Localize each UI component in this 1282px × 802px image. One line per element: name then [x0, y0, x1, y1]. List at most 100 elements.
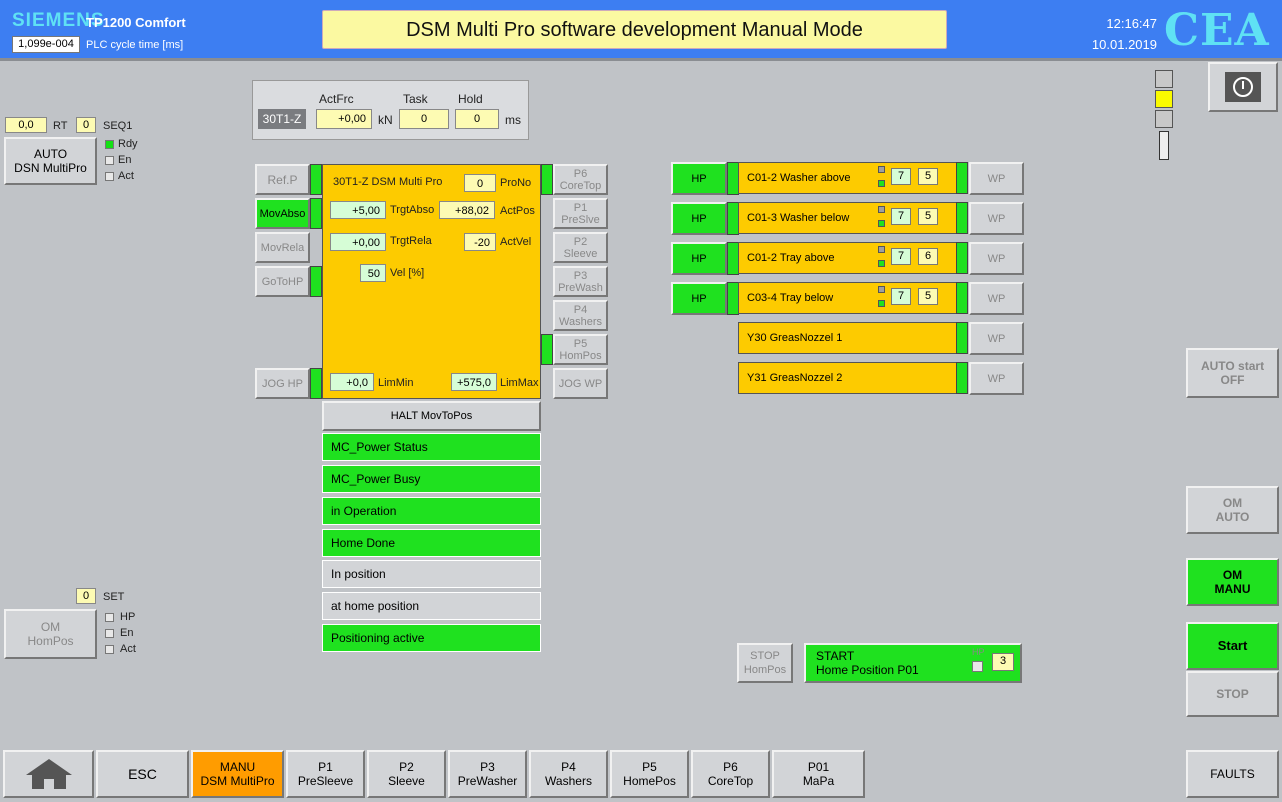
- limmax-label: LimMax: [500, 377, 539, 389]
- valve-count-2[interactable]: 6: [918, 248, 938, 265]
- status-mc-power-status: MC_Power Status: [322, 433, 541, 461]
- p3-prewash-button[interactable]: P3 PreWash: [553, 266, 608, 297]
- faults-button[interactable]: FAULTS: [1186, 750, 1279, 798]
- valve-sensor-bottom: [878, 300, 885, 307]
- p6-coretop-button[interactable]: P6 CoreTop: [553, 164, 608, 195]
- p1-preslve-button[interactable]: P1 PreSlve: [553, 198, 608, 229]
- p5-indicator: [541, 334, 553, 365]
- halt-movtopos-button[interactable]: HALT MovToPos: [322, 401, 541, 431]
- limmin-label: LimMin: [378, 377, 414, 389]
- om-hompos-line2: HomPos: [27, 634, 74, 648]
- p2-sleeve-button[interactable]: P2 Sleeve: [553, 232, 608, 263]
- power-button[interactable]: [1208, 62, 1278, 112]
- om-hompos-line1: OM: [40, 620, 61, 634]
- en2-label: En: [120, 627, 134, 639]
- movabso-button[interactable]: MovAbso: [255, 198, 310, 229]
- valve-wp-button[interactable]: WP: [969, 322, 1024, 355]
- valve-hp-button[interactable]: HP: [671, 282, 727, 315]
- valve-wp-indicator: [956, 242, 968, 274]
- valve-hp-button[interactable]: HP: [671, 162, 727, 195]
- auto-start-line1: AUTO start: [1200, 359, 1265, 373]
- nav-p01-mapa[interactable]: P01 MaPa: [772, 750, 865, 798]
- auto-start-off-button[interactable]: AUTO start OFF: [1186, 348, 1279, 398]
- jog-hp-button[interactable]: JOG HP: [255, 368, 310, 399]
- limmax-value: +575,0: [451, 373, 497, 391]
- p4-line1: P4: [573, 303, 588, 316]
- movrela-button[interactable]: MovRela: [255, 232, 310, 263]
- nav-manu-dsm-multipro[interactable]: MANU DSM MultiPro: [191, 750, 284, 798]
- lamp-column: [1159, 131, 1169, 160]
- start-home-position-button[interactable]: START Home Position P01: [804, 643, 1022, 683]
- act-indicator: [105, 172, 114, 181]
- valve-hp-button[interactable]: HP: [671, 242, 727, 275]
- valve-wp-button[interactable]: WP: [969, 282, 1024, 315]
- valve-count-2[interactable]: 5: [918, 168, 938, 185]
- om-auto-line2: AUTO: [1215, 510, 1250, 524]
- homing-hp-indicator: [972, 661, 983, 672]
- valve-count-2[interactable]: 5: [918, 208, 938, 225]
- hold-value[interactable]: 0: [455, 109, 499, 129]
- valve-wp-button[interactable]: WP: [969, 162, 1024, 195]
- home-button[interactable]: [3, 750, 94, 798]
- clock-time: 12:16:47: [1106, 16, 1157, 31]
- nav-p4-washers[interactable]: P4 Washers: [529, 750, 608, 798]
- valve-sensor-bottom: [878, 260, 885, 267]
- nav-p1-presleeve[interactable]: P1 PreSleeve: [286, 750, 365, 798]
- actfrc-value: +0,00: [316, 109, 372, 129]
- nav-p3-prewasher[interactable]: P3 PreWasher: [448, 750, 527, 798]
- stop-hompos-button[interactable]: STOP HomPos: [737, 643, 793, 683]
- refp-button[interactable]: Ref.P: [255, 164, 310, 195]
- stop-hompos-line1: STOP: [750, 650, 780, 662]
- valve-hp-button[interactable]: HP: [671, 202, 727, 235]
- task-label: Task: [403, 92, 428, 106]
- home-icon: [25, 759, 72, 789]
- om-manu-line1: OM: [1222, 568, 1243, 582]
- vel-value[interactable]: 50: [360, 264, 386, 282]
- p2-line2: Sleeve: [563, 247, 598, 260]
- header-separator: [0, 58, 1282, 61]
- clock-date: 10.01.2019: [1091, 37, 1157, 52]
- p5-hompos-button[interactable]: P5 HomPos: [553, 334, 608, 365]
- esc-label: ESC: [128, 766, 157, 782]
- auto-dsn-button[interactable]: AUTO DSN MultiPro: [4, 137, 97, 185]
- trgtabso-value[interactable]: +5,00: [330, 201, 386, 219]
- prono-value[interactable]: 0: [464, 174, 496, 192]
- hp-indicator: [105, 613, 114, 622]
- valve-wp-indicator: [956, 162, 968, 194]
- nav-p2-sleeve[interactable]: P2 Sleeve: [367, 750, 446, 798]
- nav-p5-homepos[interactable]: P5 HomePos: [610, 750, 689, 798]
- trgtrela-label: TrgtRela: [390, 235, 432, 247]
- om-auto-button[interactable]: OM AUTO: [1186, 486, 1279, 534]
- homing-value[interactable]: 3: [992, 653, 1014, 671]
- p4-washers-button[interactable]: P4 Washers: [553, 300, 608, 331]
- nav-p6-coretop[interactable]: P6 CoreTop: [691, 750, 770, 798]
- stop-button[interactable]: STOP: [1186, 671, 1279, 717]
- start-line1: START: [816, 649, 855, 663]
- set-label: SET: [103, 591, 125, 603]
- nav-label-1: P4: [561, 760, 576, 774]
- plc-cycle-label: PLC cycle time [ms]: [86, 39, 184, 51]
- valve-wp-button[interactable]: WP: [969, 202, 1024, 235]
- auto-start-line2: OFF: [1220, 373, 1245, 387]
- panel-model: TP1200 Comfort: [86, 15, 186, 30]
- jog-wp-button[interactable]: JOG WP: [553, 368, 608, 399]
- valve-sensor-bottom: [878, 220, 885, 227]
- nav-label-2: DSM MultiPro: [200, 774, 275, 788]
- valve-wp-button[interactable]: WP: [969, 362, 1024, 395]
- om-hompos-button[interactable]: OM HomPos: [4, 609, 97, 659]
- cea-logo: CEA: [1164, 5, 1270, 56]
- om-manu-line2: MANU: [1214, 582, 1251, 596]
- esc-button[interactable]: ESC: [96, 750, 189, 798]
- gotohp-button[interactable]: GoToHP: [255, 266, 310, 297]
- p6-indicator: [541, 164, 553, 195]
- om-manu-button[interactable]: OM MANU: [1186, 558, 1279, 606]
- task-value[interactable]: 0: [399, 109, 449, 129]
- seq-label: SEQ1: [103, 120, 133, 132]
- nav-label-1: P5: [642, 760, 657, 774]
- trgtrela-value[interactable]: +0,00: [330, 233, 386, 251]
- valve-wp-button[interactable]: WP: [969, 242, 1024, 275]
- p1-line2: PreSlve: [561, 213, 600, 226]
- start-button[interactable]: Start: [1186, 622, 1279, 670]
- valve-count-2[interactable]: 5: [918, 288, 938, 305]
- trgtabso-label: TrgtAbso: [390, 204, 435, 216]
